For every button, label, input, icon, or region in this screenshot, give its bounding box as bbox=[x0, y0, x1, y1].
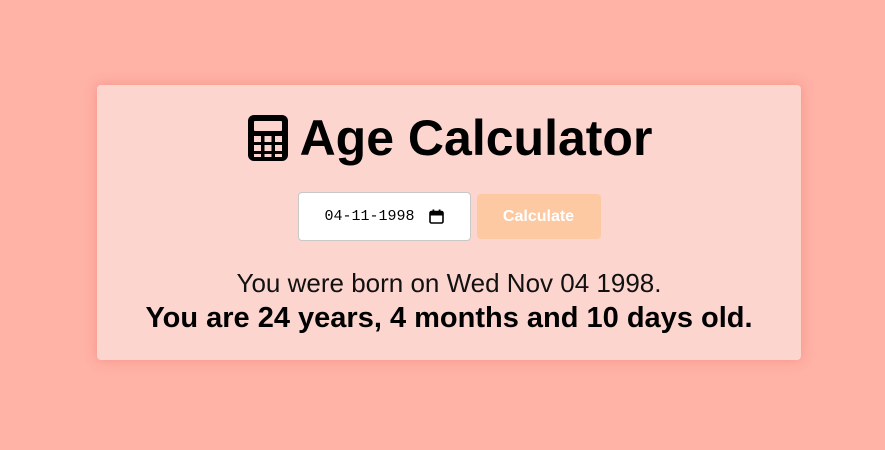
birthdate-input[interactable]: 04-11-1998 bbox=[297, 192, 471, 241]
date-form: 04-11-1998 Calculate bbox=[97, 192, 801, 241]
calculator-icon bbox=[246, 113, 290, 163]
age-calculator-card: Age Calculator 04-11-1998 Calculate You … bbox=[97, 85, 801, 360]
calculate-button[interactable]: Calculate bbox=[476, 194, 601, 239]
age-result-text: You are 24 years, 4 months and 10 days o… bbox=[145, 302, 753, 334]
birthdate-value: 04-11-1998 bbox=[324, 208, 415, 225]
page-title: Age Calculator bbox=[299, 110, 653, 166]
header: Age Calculator bbox=[97, 107, 801, 169]
calendar-icon[interactable] bbox=[428, 209, 444, 224]
born-date-text: You were born on Wed Nov 04 1998. bbox=[236, 268, 662, 298]
